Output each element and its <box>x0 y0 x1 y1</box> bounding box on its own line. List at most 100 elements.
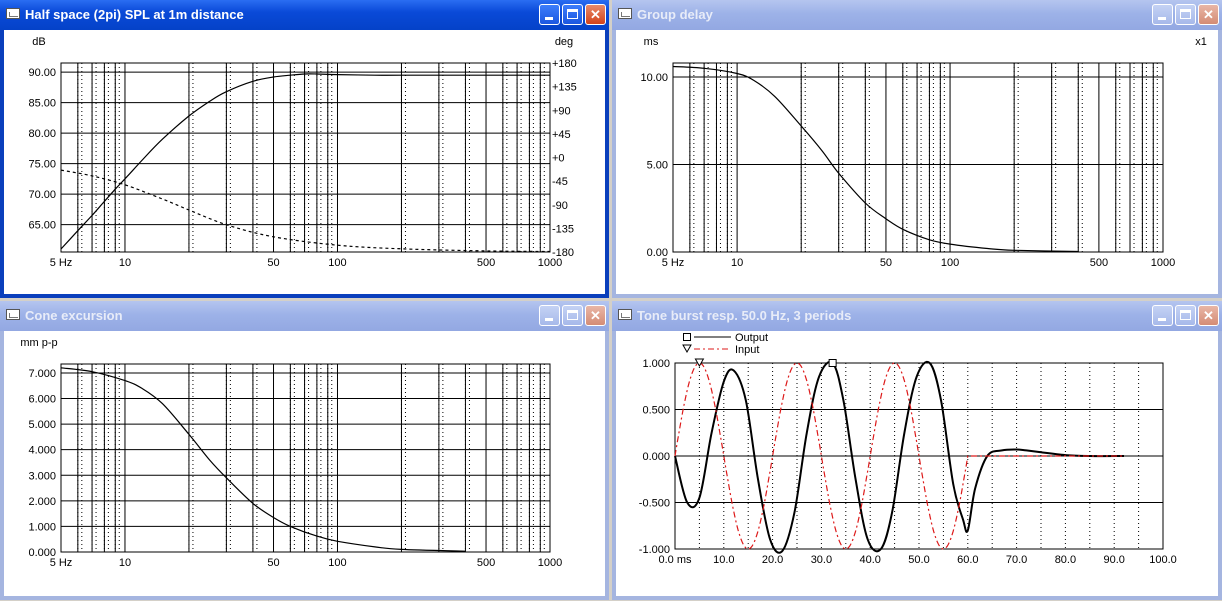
y2-tick-label: -135 <box>552 223 574 235</box>
close-button[interactable]: ✕ <box>585 4 606 25</box>
y-tick-label: 6.000 <box>28 394 56 406</box>
spl-window: Half space (2pi) SPL at 1m distance ✕ 5 … <box>0 0 609 298</box>
close-button[interactable]: ✕ <box>1198 4 1219 25</box>
series-line-0 <box>60 73 550 250</box>
x-tick-label: 70.0 <box>1006 554 1027 566</box>
plot-frame <box>60 363 551 553</box>
maximize-button[interactable] <box>1175 305 1196 326</box>
x-tick-label: 500 <box>477 557 495 569</box>
x-tick-label: 50 <box>880 257 892 269</box>
minimize-button[interactable] <box>1152 305 1173 326</box>
x-tick-label: 10 <box>119 257 131 269</box>
spl-chart: 5 Hz 10 50 100 500 100065.0070.0075.0080.0085… <box>28 36 577 269</box>
y-tick-label: 90.00 <box>28 67 56 79</box>
y-tick-label: 1.000 <box>642 358 670 370</box>
y2-tick-label: -90 <box>552 200 568 212</box>
x-tick-label: 80.0 <box>1055 554 1076 566</box>
minimize-icon <box>545 318 553 321</box>
x-tick-label: 1000 <box>538 557 562 569</box>
maximize-icon <box>1180 310 1191 320</box>
y2-tick-label: +180 <box>552 58 577 70</box>
x-tick-label: 5 Hz <box>50 257 73 269</box>
maximize-button[interactable] <box>1175 4 1196 25</box>
chart-window-icon[interactable] <box>618 8 632 19</box>
x-tick-label: 500 <box>477 257 495 269</box>
close-button[interactable]: ✕ <box>1198 305 1219 326</box>
tone-burst-window: Tone burst resp. 50.0 Hz, 3 periods ✕ 0.… <box>612 301 1222 600</box>
y-tick-label: 2.000 <box>28 496 56 508</box>
cone-excursion-titlebar[interactable]: Cone excursion ✕ <box>0 301 609 331</box>
x-tick-label: 50 <box>267 257 279 269</box>
y-tick-label: -0.500 <box>639 498 670 510</box>
y-tick-label: 80.00 <box>28 128 56 140</box>
series-line-1 <box>60 169 551 253</box>
x-tick-label: 40.0 <box>859 554 880 566</box>
close-button[interactable]: ✕ <box>585 305 606 326</box>
minimize-button[interactable] <box>1152 4 1173 25</box>
y-tick-label: -1.000 <box>639 544 670 556</box>
y-tick-label: 5.00 <box>647 160 668 172</box>
y-tick-label: 0.500 <box>642 405 670 417</box>
y2-axis-label: deg <box>555 36 573 48</box>
maximize-button[interactable] <box>562 4 583 25</box>
y-tick-label: 70.00 <box>28 189 56 201</box>
spl-window-title: Half space (2pi) SPL at 1m distance <box>25 7 244 22</box>
y2-axis-label: x1 <box>1195 36 1207 48</box>
y-tick-label: 4.000 <box>28 445 56 457</box>
minimize-icon <box>1158 318 1166 321</box>
x-tick-label: 30.0 <box>811 554 832 566</box>
y-tick-label: 0.000 <box>28 547 56 559</box>
legend-label-input: Input <box>735 344 759 356</box>
maximize-button[interactable] <box>562 305 583 326</box>
chart-window-icon[interactable] <box>618 309 632 320</box>
minimize-button[interactable] <box>539 305 560 326</box>
y-tick-label: 3.000 <box>28 470 56 482</box>
plot-frame <box>672 62 1164 253</box>
y-tick-label: 10.00 <box>640 72 668 84</box>
group-delay-titlebar[interactable]: Group delay ✕ <box>612 0 1222 30</box>
tone-burst-titlebar[interactable]: Tone burst resp. 50.0 Hz, 3 periods ✕ <box>612 301 1222 331</box>
x-tick-label: 50.0 <box>908 554 929 566</box>
series-line-0 <box>60 367 466 552</box>
legend-marker <box>682 344 692 354</box>
y-axis-label: dB <box>32 36 45 48</box>
cone-excursion-window-title: Cone excursion <box>25 308 123 323</box>
x-tick-label: 90.0 <box>1103 554 1124 566</box>
minimize-button[interactable] <box>539 4 560 25</box>
maximize-icon <box>1180 9 1191 19</box>
series-line-output <box>674 360 1125 554</box>
cone-excursion-chart: 5 Hz 10 50 100 500 10000.0001.0002.0003.0004.… <box>20 337 562 569</box>
maximize-icon <box>567 310 578 320</box>
legend-label-output: Output <box>735 332 768 344</box>
group-delay-window: Group delay ✕ 5 Hz 10 50 100 500 1000 0.00 5.00… <box>612 0 1222 298</box>
y-axis-label: ms <box>644 36 659 48</box>
y2-tick-label: -45 <box>552 176 568 188</box>
y2-tick-label: -180 <box>552 247 574 259</box>
group-delay-chart: 5 Hz 10 50 100 500 10000.005.0010.00ms x1 <box>640 36 1207 269</box>
plot-frame <box>60 62 551 253</box>
minimize-icon <box>545 17 553 20</box>
maximize-icon <box>567 9 578 19</box>
y2-tick-label: +0 <box>552 153 565 165</box>
y-tick-label: 75.00 <box>28 159 56 171</box>
x-tick-label: 100 <box>328 257 346 269</box>
x-tick-label: 10 <box>119 557 131 569</box>
x-tick-label: 100.0 <box>1149 554 1177 566</box>
y-tick-label: 0.00 <box>647 247 668 259</box>
x-tick-label: 60.0 <box>957 554 978 566</box>
y-tick-label: 65.00 <box>28 220 56 232</box>
y-tick-label: 0.000 <box>642 451 670 463</box>
y-tick-label: 1.000 <box>28 521 56 533</box>
spl-titlebar[interactable]: Half space (2pi) SPL at 1m distance ✕ <box>0 0 609 30</box>
x-tick-label: 1000 <box>1151 257 1175 269</box>
chart-window-icon[interactable] <box>6 8 20 19</box>
minimize-icon <box>1158 17 1166 20</box>
output-marker <box>828 359 837 367</box>
legend-marker <box>683 333 691 341</box>
chart-window-icon[interactable] <box>6 309 20 320</box>
y2-tick-label: +135 <box>552 82 577 94</box>
x-tick-label: 10 <box>731 257 743 269</box>
x-tick-label: 10.0 <box>713 554 734 566</box>
y-tick-label: 7.000 <box>28 368 56 380</box>
y-tick-label: 85.00 <box>28 98 56 110</box>
